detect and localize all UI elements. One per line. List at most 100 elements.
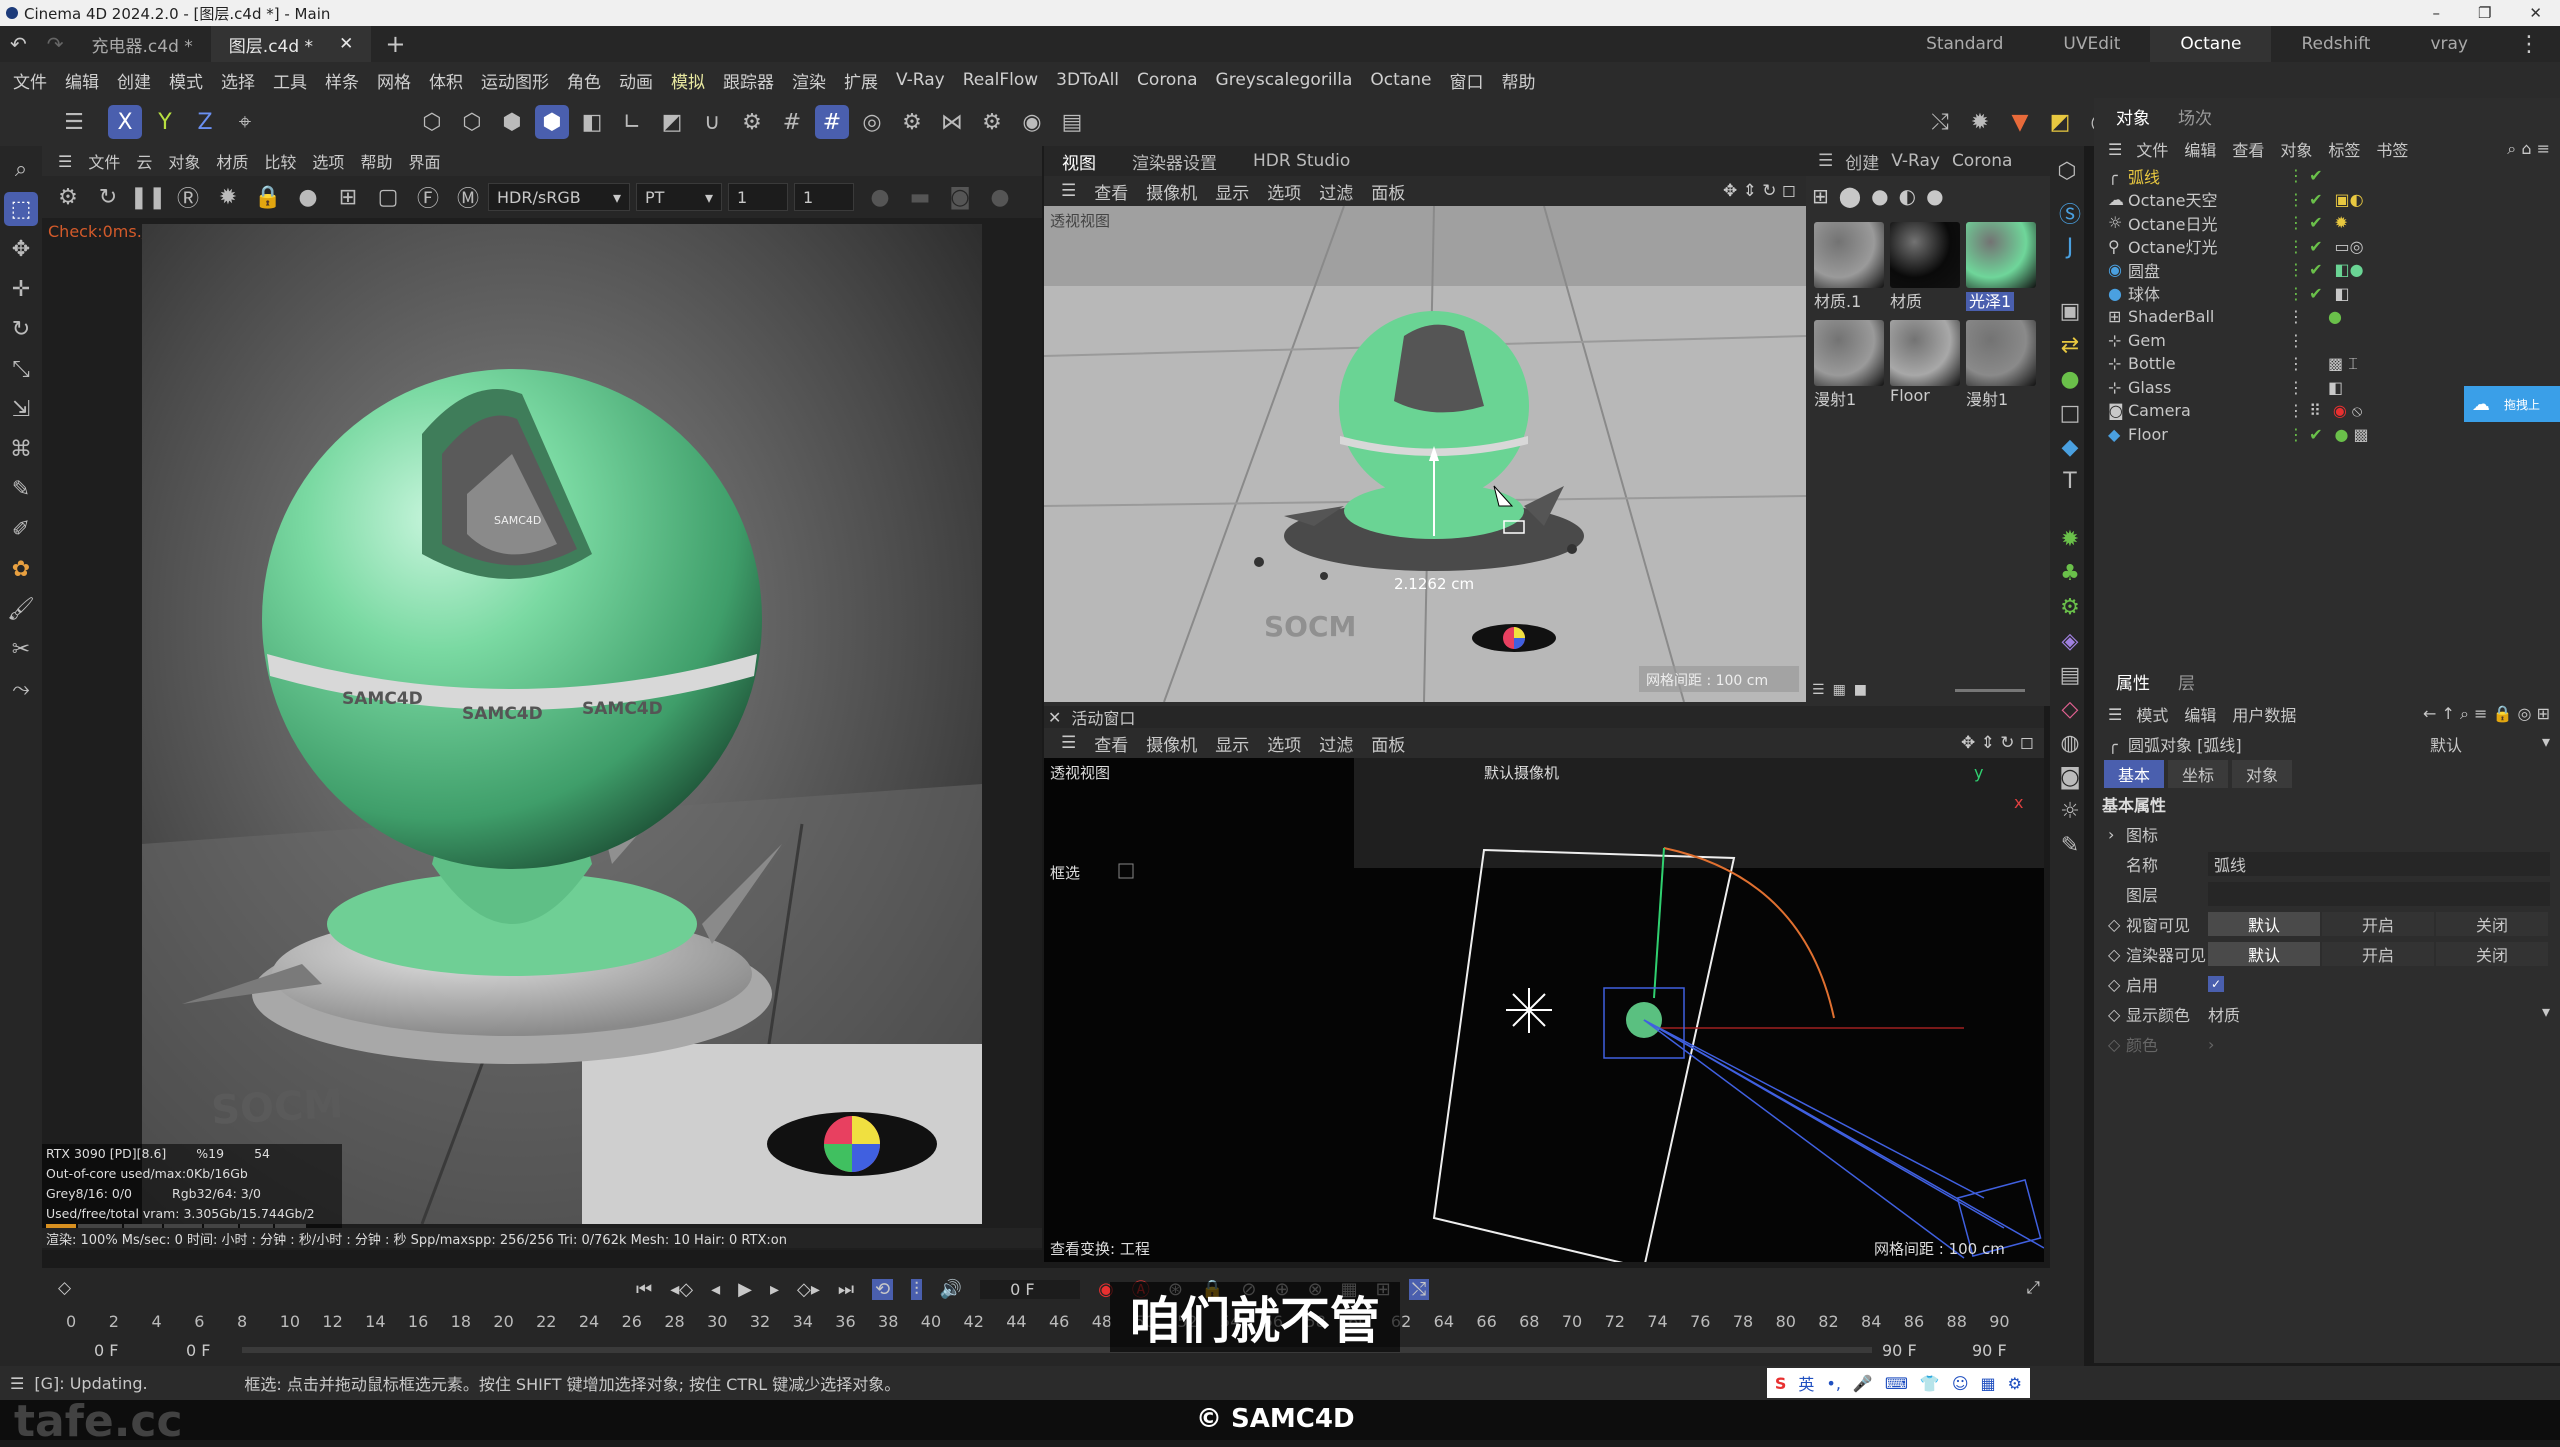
material-pick-icon[interactable]: Ⓜ bbox=[451, 180, 485, 214]
menu-window[interactable]: 窗口 bbox=[1440, 68, 1492, 93]
tag-icon[interactable]: ▩ ⌶ bbox=[2328, 354, 2358, 374]
vp1-menu-camera[interactable]: 摄像机 bbox=[1137, 179, 1206, 204]
rv-menu-help[interactable]: 帮助 bbox=[352, 149, 400, 173]
tag-icon[interactable]: ◧ bbox=[2328, 378, 2343, 397]
octane-j-icon[interactable]: J bbox=[2053, 230, 2087, 264]
layer-field[interactable] bbox=[2208, 882, 2550, 906]
timeline-expand-icon[interactable]: ⤢ bbox=[2026, 1278, 2050, 1298]
rv-menu-material[interactable]: 材质 bbox=[208, 149, 256, 173]
soft-selection-icon[interactable]: ◎ bbox=[855, 105, 889, 139]
mat-sphere-icon[interactable]: ● bbox=[1871, 184, 1888, 208]
rv-hamburger-icon[interactable]: ☰ bbox=[50, 152, 80, 171]
layout-icon[interactable]: ☰ bbox=[57, 105, 91, 139]
octane-globe-icon[interactable]: ◍ bbox=[2053, 726, 2087, 760]
loop-icon[interactable]: ⟲ bbox=[872, 1278, 894, 1300]
vp1-hamburger-icon[interactable]: ☰ bbox=[1052, 181, 1085, 201]
add-icon[interactable]: ⊞ bbox=[331, 180, 365, 214]
symmetry-settings-icon[interactable]: ⚙ bbox=[975, 105, 1009, 139]
menu-create[interactable]: 创建 bbox=[108, 68, 160, 93]
mat-menu-vray[interactable]: V-Ray bbox=[1885, 151, 1946, 171]
vis-render-default[interactable]: 默认 bbox=[2208, 942, 2320, 966]
mat-sphere3-icon[interactable]: ● bbox=[1926, 184, 1943, 208]
sketch-icon[interactable]: ✐ bbox=[4, 512, 38, 546]
start-frame-field[interactable]: 0 F bbox=[94, 1341, 118, 1360]
menu-select[interactable]: 选择 bbox=[212, 68, 264, 93]
vp2-menu-view[interactable]: 查看 bbox=[1085, 731, 1137, 756]
rv-settings-icon[interactable]: ✹ bbox=[211, 180, 245, 214]
brush-icon[interactable]: ✿ bbox=[4, 552, 38, 586]
vp1-menu-options[interactable]: 选项 bbox=[1258, 179, 1310, 204]
menu-character[interactable]: 角色 bbox=[558, 68, 610, 93]
menu-mesh[interactable]: 网格 bbox=[368, 68, 420, 93]
tag-icon[interactable]: ● ▩ bbox=[2335, 425, 2369, 444]
layout-octane[interactable]: Octane bbox=[2150, 26, 2272, 62]
mat-hamburger-icon[interactable]: ☰ bbox=[1812, 151, 1839, 171]
doc-tab-charger[interactable]: 充电器.c4d * bbox=[74, 26, 211, 62]
object-row[interactable]: ⚲ Octane灯光 ⋮ ✔ ▭◎ bbox=[2094, 235, 2560, 259]
rv-menu-options[interactable]: 选项 bbox=[304, 149, 352, 173]
mat-sphere2-icon[interactable]: ◐ bbox=[1899, 184, 1916, 208]
vp1-menu-display[interactable]: 显示 bbox=[1206, 179, 1258, 204]
prev-frame-icon[interactable]: ◂ bbox=[711, 1279, 720, 1300]
tag-icon[interactable]: ✹ bbox=[2335, 213, 2348, 232]
kernel-select[interactable]: PT ▾ bbox=[636, 183, 722, 211]
octane-camera-icon[interactable]: ◙ bbox=[2053, 760, 2087, 794]
sound-icon[interactable]: 🔊 bbox=[940, 1279, 962, 1300]
region-render-icon[interactable]: Ⓡ bbox=[171, 180, 205, 214]
om-menu-object[interactable]: 对象 bbox=[2272, 137, 2320, 161]
row-flags[interactable]: ⋮ ✔ bbox=[2288, 190, 2323, 209]
ime-mic-icon[interactable]: 🎤 bbox=[1853, 1374, 1873, 1393]
tag-icon[interactable]: ◉ ⦸ bbox=[2333, 401, 2362, 421]
object-row[interactable]: ╭ 弧线 ⋮ ✔ bbox=[2094, 164, 2560, 188]
menu-corona[interactable]: Corona bbox=[1128, 70, 1206, 90]
maximize-icon[interactable]: ❐ bbox=[2478, 4, 2491, 22]
ime-lang[interactable]: 英 bbox=[1798, 1371, 1814, 1395]
doc-tab-layers[interactable]: 图层.c4d * ✕ bbox=[210, 26, 372, 62]
move-tool-icon[interactable]: ✛ bbox=[4, 272, 38, 306]
rv-menu-interface[interactable]: 界面 bbox=[400, 149, 448, 173]
search-icon[interactable]: ⌕ bbox=[4, 152, 38, 186]
model-mode-icon[interactable]: ⬢ bbox=[535, 105, 569, 139]
grid-view-icon[interactable]: ▦ bbox=[1833, 682, 1846, 698]
edges-mode-icon[interactable]: ⬡ bbox=[455, 105, 489, 139]
om-menu-file[interactable]: 文件 bbox=[2128, 137, 2176, 161]
axis-y-button[interactable]: Y bbox=[148, 105, 182, 139]
current-frame-field[interactable]: 0 F bbox=[980, 1279, 1081, 1299]
go-end-icon[interactable]: ⏭ bbox=[838, 1279, 854, 1300]
enable-checkbox[interactable]: ✓ bbox=[2208, 976, 2224, 992]
om-menu-tags[interactable]: 标签 bbox=[2320, 137, 2368, 161]
ime-skin-icon[interactable]: 👕 bbox=[1920, 1374, 1940, 1393]
layout-vray[interactable]: vray bbox=[2400, 34, 2498, 54]
vp2-hamburger-icon[interactable]: ☰ bbox=[1052, 733, 1085, 753]
tag-icon[interactable]: ● bbox=[2328, 307, 2342, 326]
octane-tree2-icon[interactable]: ♣ bbox=[2053, 556, 2087, 590]
ime-grid-icon[interactable]: ▦ bbox=[1981, 1374, 1996, 1393]
sphere-icon[interactable]: ● bbox=[291, 180, 325, 214]
dot1-icon[interactable]: ● bbox=[863, 180, 897, 214]
menu-volume[interactable]: 体积 bbox=[420, 68, 472, 93]
magnet-icon[interactable]: ∪ bbox=[695, 105, 729, 139]
tag-icon[interactable]: ◧ bbox=[2335, 284, 2350, 303]
menu-vray[interactable]: V-Ray bbox=[887, 70, 954, 90]
om-menu-edit[interactable]: 编辑 bbox=[2176, 137, 2224, 161]
layout-uvedit[interactable]: UVEdit bbox=[2033, 34, 2150, 54]
transform-tool-icon[interactable]: ⇲ bbox=[4, 392, 38, 426]
material-item[interactable]: 材质 bbox=[1890, 222, 1960, 312]
vis-render-on[interactable]: 开启 bbox=[2322, 942, 2434, 966]
tab-hdr-studio[interactable]: HDR Studio bbox=[1235, 151, 1368, 171]
row-flags[interactable]: ⋮ ✔ bbox=[2288, 237, 2323, 256]
object-row[interactable]: ⊞ ShaderBall ⋮ ● bbox=[2094, 305, 2560, 329]
mat-node-icon[interactable]: ⊞ bbox=[1812, 184, 1829, 208]
send-scene-icon[interactable]: ⚙ bbox=[51, 180, 85, 214]
close-icon[interactable]: ✕ bbox=[2529, 4, 2542, 22]
axis-mode-icon[interactable]: ∟ bbox=[615, 105, 649, 139]
rotate-tool-icon[interactable]: ↻ bbox=[4, 312, 38, 346]
tag-icon[interactable]: ◧● bbox=[2335, 260, 2364, 279]
menu-greyscalegorilla[interactable]: Greyscalegorilla bbox=[1207, 70, 1362, 90]
camera-icon[interactable]: ◙ bbox=[943, 180, 977, 214]
am-hamburger-icon[interactable]: ☰ bbox=[2102, 705, 2128, 724]
octane-text-icon[interactable]: T bbox=[2053, 464, 2087, 498]
name-field[interactable]: 弧线 bbox=[2208, 852, 2550, 876]
vis-editor-off[interactable]: 关闭 bbox=[2436, 912, 2548, 936]
vp2-menu-panel[interactable]: 面板 bbox=[1362, 731, 1414, 756]
